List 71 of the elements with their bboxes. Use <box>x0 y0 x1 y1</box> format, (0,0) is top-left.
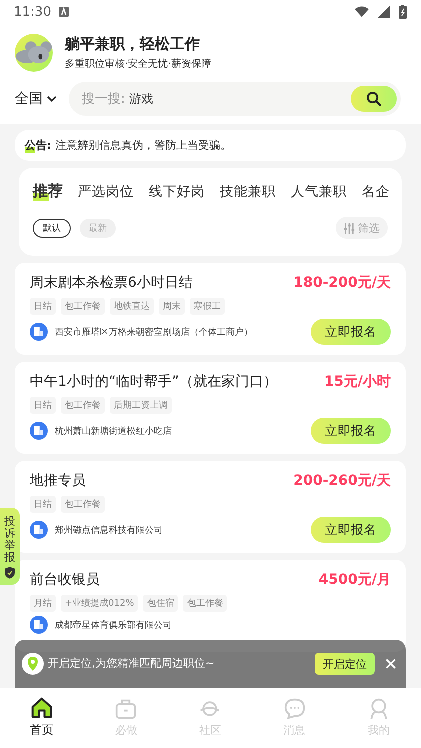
briefcase-icon <box>115 698 138 720</box>
job-card[interactable]: 前台收银员 4500元/月 月结 +业绩提成012% 包住宿 包工作餐 成都帝星体育俱乐部有限公司 <box>15 560 406 652</box>
company-icon <box>30 323 48 341</box>
home-icon <box>31 697 54 719</box>
battery-icon <box>399 5 407 19</box>
job-tag: 包工作餐 <box>183 595 228 612</box>
job-title: 周末剧本杀检票6小时日结 <box>30 274 193 292</box>
job-pay: 15元/小时 <box>324 373 391 391</box>
toast-text: 开启定位,为您精准匹配周边职位~ <box>48 656 215 671</box>
job-tag: +业绩提成012% <box>61 595 138 612</box>
apply-button[interactable]: 立即报名 <box>311 418 391 444</box>
job-tag: 包工作餐 <box>61 496 105 513</box>
job-title: 前台收银员 <box>30 571 100 589</box>
category-tab[interactable]: 名企 <box>362 182 390 201</box>
notice-text: 注意辨别信息真伪，警防上当受骗。 <box>55 138 232 153</box>
company-icon <box>30 521 48 539</box>
nav-tab[interactable]: 首页 <box>17 697 68 739</box>
job-card[interactable]: 中午1小时的“临时帮手”（就在家门口） 15元/小时 日结 包工作餐 后期工资上调 杭州萧山新塘街道松红小吃店 立即报名 <box>15 362 406 454</box>
signal-icon <box>377 6 391 18</box>
job-pay: 180-200元/天 <box>294 274 391 292</box>
job-tag: 寒假工 <box>190 298 225 315</box>
job-tag: 日结 <box>30 496 56 513</box>
apply-button[interactable]: 立即报名 <box>311 517 391 543</box>
job-tag: 包工作餐 <box>61 397 105 414</box>
company-name: 成都帝星体育俱乐部有限公司 <box>55 619 172 632</box>
company-icon <box>30 616 48 634</box>
koala-logo <box>15 34 53 72</box>
search-icon <box>366 91 382 107</box>
chat-bubble-icon <box>284 698 306 720</box>
job-tag: 月结 <box>30 595 56 612</box>
report-label: 投诉举报 <box>4 516 16 564</box>
job-tag: 后期工资上调 <box>110 397 172 414</box>
job-title: 地推专员 <box>30 472 86 490</box>
job-tag: 周末 <box>159 298 185 315</box>
enable-location-button[interactable]: 开启定位 <box>315 653 375 675</box>
job-tag: 包住宿 <box>143 595 178 612</box>
apply-button[interactable]: 立即报名 <box>311 319 391 345</box>
search-keyword: 游戏 <box>129 90 154 108</box>
search-button[interactable] <box>351 86 397 112</box>
company-name: 杭州萧山新塘街道松红小吃店 <box>55 426 172 438</box>
job-tag: 包工作餐 <box>61 298 105 315</box>
app-slogan: 躺平兼职，轻松工作 <box>65 35 201 54</box>
app-tagline: 多重职位审核·安全无忧·薪资保障 <box>65 58 212 71</box>
job-tag: 日结 <box>30 298 56 315</box>
company-name: 西安市雁塔区万格来朝密室剧场店（个体工商户） <box>55 326 253 338</box>
company-icon <box>30 422 48 440</box>
search-field[interactable]: 搜一搜: 游戏 <box>69 82 401 116</box>
job-tag: 日结 <box>30 397 56 414</box>
job-card[interactable]: 地推专员 200-260元/天 日结 包工作餐 郑州磁点信息科技有限公司 立即报名 <box>15 461 406 553</box>
job-pay: 4500元/月 <box>318 571 391 589</box>
report-side-tab[interactable]: 投诉举报 <box>0 508 20 586</box>
sliders-icon <box>344 222 355 234</box>
category-tab[interactable]: 人气兼职 <box>291 182 347 201</box>
wifi-icon <box>355 6 369 18</box>
caret-icon <box>47 96 57 102</box>
category-tab[interactable]: 严选岗位 <box>78 182 134 201</box>
shield-icon <box>5 567 15 580</box>
sort-chip[interactable]: 默认 <box>33 218 71 238</box>
company-name: 郑州磁点信息科技有限公司 <box>55 524 163 536</box>
category-tab[interactable]: 技能兼职 <box>220 182 276 201</box>
region-selector[interactable]: 全国 <box>15 90 57 108</box>
search-prefix: 搜一搜: <box>82 91 126 108</box>
close-icon[interactable] <box>385 658 397 670</box>
status-time: 11:30 <box>14 4 52 20</box>
category-tab[interactable]: 线下好岗 <box>149 182 205 201</box>
job-card[interactable]: 周末剧本杀检票6小时日结 180-200元/天 日结 包工作餐 地铁直达 周末 寒假工 西安市雁塔区万格来朝密室剧场店（个体工商户） 立即报名 <box>15 263 406 355</box>
job-title: 中午1小时的“临时帮手”（就在家门口） <box>30 373 278 391</box>
notification-icon <box>59 7 70 17</box>
location-pin-icon <box>22 653 44 675</box>
job-pay: 200-260元/天 <box>294 472 391 490</box>
job-tag: 地铁直达 <box>110 298 154 315</box>
